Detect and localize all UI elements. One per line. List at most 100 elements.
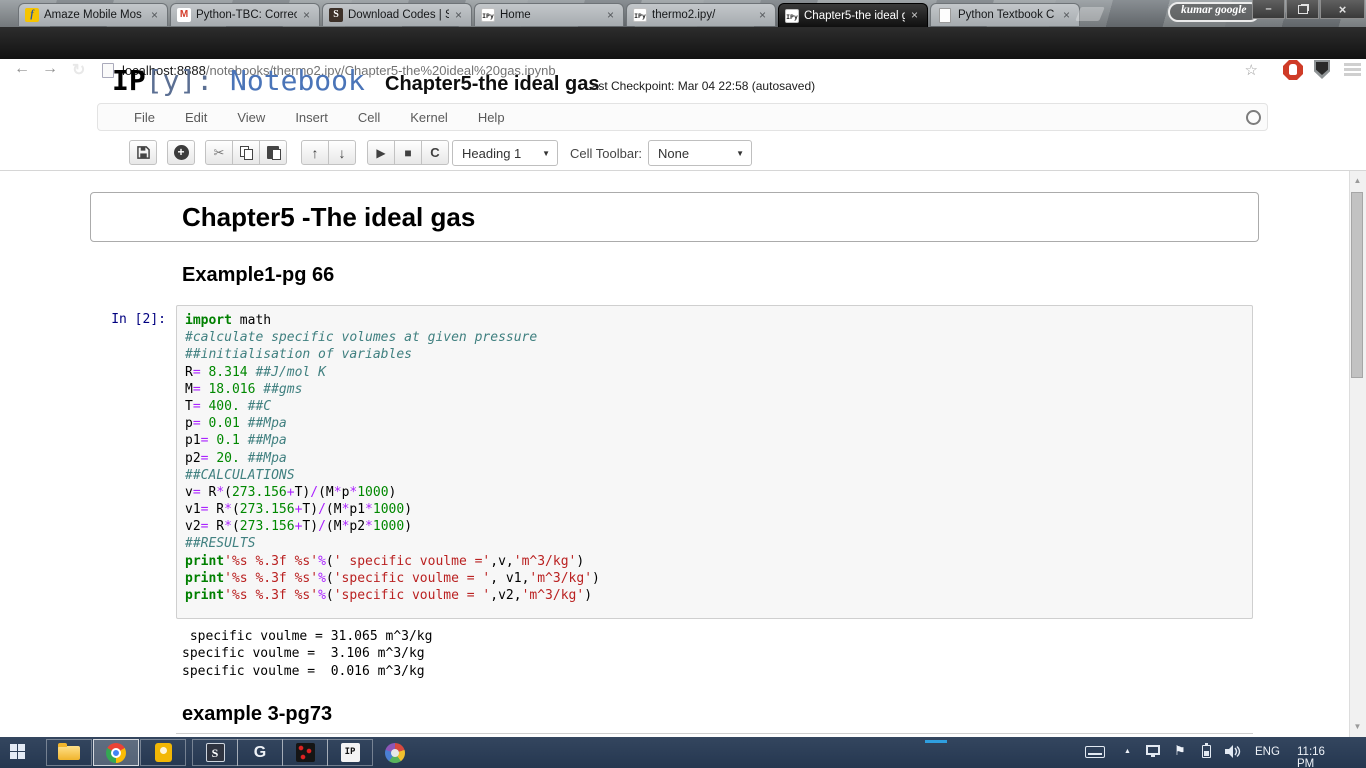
example3-heading[interactable]: example 3-pg73 bbox=[182, 703, 332, 726]
tab-close-icon[interactable]: × bbox=[452, 9, 465, 22]
tab-close-icon[interactable]: × bbox=[756, 9, 769, 22]
browser-toolbar: ← → ↻ localhost:8888/notebooks/thermo2.i… bbox=[0, 27, 1366, 59]
cell-toolbar-label: Cell Toolbar: bbox=[570, 146, 642, 161]
save-icon bbox=[137, 146, 150, 159]
arrow-down-icon: ↓ bbox=[339, 147, 346, 159]
shield-extension-icon[interactable] bbox=[1314, 60, 1330, 79]
toolbar-group-move: ↑ ↓ bbox=[301, 140, 356, 165]
cell-toolbar-select[interactable]: None ▼ bbox=[648, 140, 752, 166]
close-button[interactable]: × bbox=[1320, 0, 1365, 19]
code-line: print'%s %.3f %s'%('specific voulme = ',… bbox=[185, 571, 1244, 588]
browser-tab[interactable]: IPythermo2.ipy/× bbox=[626, 3, 776, 26]
taskbar-s-app[interactable]: S bbox=[192, 739, 238, 766]
browser-tab[interactable]: fAmaze Mobile Mos× bbox=[18, 3, 168, 26]
browser-tab[interactable]: Python Textbook C× bbox=[930, 3, 1080, 26]
tab-close-icon[interactable]: × bbox=[300, 9, 313, 22]
move-cell-down-button[interactable]: ↓ bbox=[328, 140, 356, 165]
toolbar-group-add: + bbox=[167, 140, 195, 165]
browser-tab[interactable]: MPython-TBC: Correc× bbox=[170, 3, 320, 26]
gmail-favicon: M bbox=[177, 8, 191, 22]
menu-insert[interactable]: Insert bbox=[280, 110, 343, 125]
taskbar-file-explorer[interactable] bbox=[46, 739, 92, 766]
taskbar-palette-app[interactable] bbox=[372, 739, 418, 766]
chevron-down-icon: ▼ bbox=[542, 149, 550, 158]
run-cell-button[interactable]: ▶ bbox=[367, 140, 395, 165]
battery-icon[interactable] bbox=[1202, 745, 1211, 758]
menu-view[interactable]: View bbox=[222, 110, 280, 125]
taskbar-chrome[interactable] bbox=[93, 739, 139, 766]
notebook-title[interactable]: Chapter5-the ideal gas bbox=[385, 73, 600, 96]
restore-button[interactable] bbox=[1286, 0, 1319, 19]
menu-help[interactable]: Help bbox=[463, 110, 520, 125]
taskbar-g-app[interactable]: G bbox=[237, 739, 283, 766]
scrollbar-thumb[interactable] bbox=[1351, 192, 1363, 378]
menu-file[interactable]: File bbox=[119, 110, 170, 125]
scrollbar-down-icon[interactable]: ▼ bbox=[1351, 722, 1364, 731]
scrollbar-up-icon[interactable]: ▲ bbox=[1351, 176, 1364, 185]
chrome-menu-icon[interactable] bbox=[1344, 63, 1361, 78]
interrupt-kernel-button[interactable]: ■ bbox=[394, 140, 422, 165]
adblock-extension-icon[interactable] bbox=[1283, 60, 1303, 80]
browser-tab[interactable]: S Download Codes | S× bbox=[322, 3, 472, 26]
volume-icon[interactable] bbox=[1225, 745, 1241, 763]
copy-icon bbox=[240, 146, 253, 159]
menu-cell[interactable]: Cell bbox=[343, 110, 395, 125]
start-button[interactable] bbox=[10, 744, 27, 761]
reload-icon[interactable]: ↻ bbox=[72, 60, 85, 80]
paste-button[interactable] bbox=[259, 140, 287, 165]
cell-type-select[interactable]: Heading 1 ▼ bbox=[452, 140, 558, 166]
logo-ip: IP bbox=[112, 64, 146, 97]
code-line: print'%s %.3f %s'%(' specific voulme =',… bbox=[185, 554, 1244, 571]
ipython-app-icon: IP bbox=[341, 743, 360, 762]
example1-heading[interactable]: Example1-pg 66 bbox=[182, 264, 334, 287]
code-line: v= R*(273.156+T)/(M*p*1000) bbox=[185, 485, 1244, 502]
taskbar-red-app[interactable] bbox=[282, 739, 328, 766]
new-tab-button[interactable] bbox=[1075, 7, 1105, 21]
kernel-indicator-icon bbox=[1246, 110, 1261, 125]
chapter-heading[interactable]: Chapter5 -The ideal gas bbox=[182, 202, 475, 233]
tab-title: Download Codes | S bbox=[348, 9, 449, 21]
bookmark-star-icon[interactable]: ☆ bbox=[1245, 61, 1258, 79]
tab-close-icon[interactable]: × bbox=[148, 9, 161, 22]
network-icon[interactable] bbox=[1146, 745, 1160, 755]
menu-kernel[interactable]: Kernel bbox=[395, 110, 463, 125]
tab-close-icon[interactable]: × bbox=[1060, 9, 1073, 22]
keyboard-icon[interactable] bbox=[1085, 746, 1105, 758]
document-favicon bbox=[939, 8, 951, 23]
browser-tab[interactable]: IPyHome× bbox=[474, 3, 624, 26]
code-cell-input[interactable]: import math#calculate specific volumes a… bbox=[176, 305, 1253, 619]
add-cell-button[interactable]: + bbox=[167, 140, 195, 165]
forward-icon[interactable]: → bbox=[42, 60, 58, 78]
taskbar-ipython-app[interactable]: IP bbox=[327, 739, 373, 766]
copy-button[interactable] bbox=[232, 140, 260, 165]
ipython-logo[interactable]: IP[y]: Notebook bbox=[112, 64, 365, 97]
taskbar-yellow-app[interactable] bbox=[140, 739, 186, 766]
minimize-button[interactable]: – bbox=[1252, 0, 1285, 19]
code-line: M= 18.016 ##gms bbox=[185, 382, 1244, 399]
output-line: specific voulme = 31.065 m^3/kg bbox=[182, 629, 432, 646]
cut-button[interactable]: ✂ bbox=[205, 140, 233, 165]
code-line: p= 0.01 ##Mpa bbox=[185, 416, 1244, 433]
clock[interactable]: 11:16 PM bbox=[1297, 746, 1325, 768]
code-line: v1= R*(273.156+T)/(M*p1*1000) bbox=[185, 502, 1244, 519]
windows-logo-icon bbox=[10, 752, 17, 759]
move-cell-up-button[interactable]: ↑ bbox=[301, 140, 329, 165]
code-line: v2= R*(273.156+T)/(M*p2*1000) bbox=[185, 519, 1244, 536]
save-button[interactable] bbox=[129, 140, 157, 165]
code-area: import math#calculate specific volumes a… bbox=[185, 313, 1244, 605]
tab-strip: fAmaze Mobile Mos×MPython-TBC: Correc× SD… bbox=[18, 3, 1082, 27]
language-indicator[interactable]: ENG bbox=[1255, 746, 1280, 758]
tab-close-icon[interactable]: × bbox=[604, 9, 617, 22]
restart-kernel-button[interactable]: C bbox=[421, 140, 449, 165]
tab-close-icon[interactable]: × bbox=[908, 9, 921, 22]
menu-edit[interactable]: Edit bbox=[170, 110, 222, 125]
code-line: #calculate specific volumes at given pre… bbox=[185, 330, 1244, 347]
back-icon[interactable]: ← bbox=[14, 60, 30, 78]
tray-expand-icon[interactable]: ▲ bbox=[1124, 748, 1131, 755]
browser-tab[interactable]: IPyChapter5-the ideal g× bbox=[778, 3, 928, 27]
action-center-flag-icon[interactable]: ⚑ bbox=[1174, 743, 1186, 759]
scribd-favicon: S bbox=[329, 8, 343, 22]
profile-badge[interactable]: kumar google bbox=[1168, 2, 1260, 22]
play-icon: ▶ bbox=[376, 146, 385, 160]
tab-title: Python Textbook C bbox=[958, 9, 1057, 21]
